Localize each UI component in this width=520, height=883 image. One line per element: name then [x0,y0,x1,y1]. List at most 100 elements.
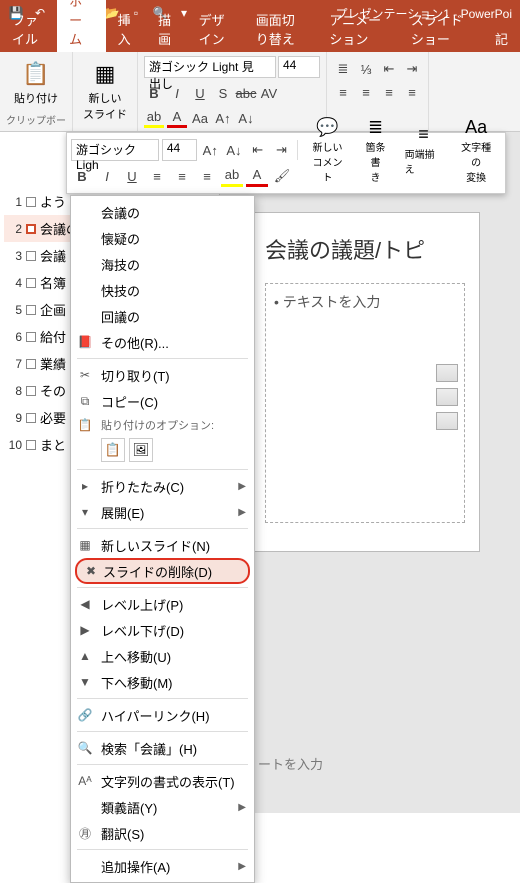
cm-delete-slide[interactable]: ✖スライドの削除(D) [75,558,250,584]
cm-text-format[interactable]: Aᴬ文字列の書式の表示(T) [71,768,254,794]
cm-hyperlink[interactable]: 🔗ハイパーリンク(H) [71,702,254,728]
font-size-select[interactable]: 44 [278,56,320,78]
content-placeholder-icons [436,364,458,430]
tab-home[interactable]: ホーム [57,0,106,52]
align-left-button[interactable]: ≡ [333,82,353,102]
tab-draw[interactable]: 描画 [146,6,187,52]
clipboard-group-label: クリップボー [6,112,66,127]
cm-move-down[interactable]: ▼下へ移動(M) [71,669,254,695]
movedown-icon: ▼ [77,674,93,690]
cm-suggest-4[interactable]: 快技の [71,277,254,303]
mini-new-comment[interactable]: 💬新しい コメント [303,117,353,184]
tab-review[interactable]: 記 [483,25,520,52]
mini-highlight[interactable]: ab [221,165,243,187]
mini-shrink-font[interactable]: A↓ [224,139,245,161]
separator [77,469,248,470]
ribbon-tabs: ファイル ホーム 挿入 描画 デザイン 画面切り替え アニメーション スライド … [0,26,520,52]
bullets-button[interactable]: ≣ [333,59,353,79]
font-name-select[interactable]: 游ゴシック Light 見出し [144,56,276,78]
paste-options: 📋 🖼 [71,436,254,466]
cm-collapse[interactable]: ▸折りたたみ(C)▶ [71,473,254,499]
cm-demote[interactable]: ▶レベル下げ(D) [71,617,254,643]
paste-button[interactable]: 📋 貼り付け [6,56,66,108]
comment-icon: 💬 [316,117,338,139]
mini-indent-inc[interactable]: ⇥ [271,139,292,161]
cm-promote[interactable]: ◀レベル上げ(P) [71,591,254,617]
bold-button[interactable]: B [144,83,164,103]
paste-picture[interactable]: 🖼 [129,438,153,462]
indent-dec-button[interactable]: ⇤ [379,59,399,79]
numbering-button[interactable]: ⅓ [356,59,376,79]
cm-suggest-1[interactable]: 会議の [71,199,254,225]
new-slide-icon: ▦ [89,58,121,90]
highlight-button[interactable]: ab [144,108,164,128]
align-center-button[interactable]: ≡ [356,82,376,102]
mini-vertical-text[interactable]: ≣箇条書 き [355,117,395,184]
submenu-arrow-icon: ▶ [238,481,246,492]
paste-icon: 📋 [77,417,93,433]
mini-bold[interactable]: B [71,165,93,187]
mini-underline[interactable]: U [121,165,143,187]
cm-synonyms[interactable]: 類義語(Y)▶ [71,794,254,820]
italic-button[interactable]: I [167,83,187,103]
cm-search[interactable]: 🔍検索「会議」(H) [71,735,254,761]
separator [77,849,248,850]
moveup-icon: ▲ [77,648,93,664]
tab-transitions[interactable]: 画面切り替え [244,6,318,52]
change-case-button[interactable]: Aa [190,108,210,128]
mini-font-size[interactable]: 44 [162,139,197,161]
cm-cut[interactable]: ✂切り取り(T) [71,362,254,388]
slide-title[interactable]: 会議の議題/トピ [265,233,465,265]
shrink-font-button[interactable]: A↓ [236,108,256,128]
mini-align-right[interactable]: ≡ [196,165,218,187]
tab-slideshow[interactable]: スライド ショー [399,6,483,52]
grow-font-button[interactable]: A↑ [213,108,233,128]
mini-font-name[interactable]: 游ゴシック Ligh [71,139,159,161]
strike-button[interactable]: abc [236,83,256,103]
mini-indent-dec[interactable]: ⇤ [247,139,268,161]
ribbon-group-font: 游ゴシック Light 見出し 44 B I U S abc AV ab A A… [138,52,327,131]
collapse-icon: ▸ [77,478,93,494]
indent-inc-button[interactable]: ⇥ [402,59,422,79]
mini-align-left[interactable]: ≡ [146,165,168,187]
tab-animations[interactable]: アニメーション [317,6,399,52]
picture-icon[interactable] [436,412,458,430]
cm-more-actions[interactable]: 追加操作(A)▶ [71,853,254,879]
search-icon: 🔍 [77,740,93,756]
cm-translate[interactable]: ㊊翻訳(S) [71,820,254,846]
cm-suggest-2[interactable]: 懐疑の [71,225,254,251]
delete-slide-icon: ✖ [83,563,99,579]
mini-font-color[interactable]: A [246,165,268,187]
chart-icon[interactable] [436,388,458,406]
tab-insert[interactable]: 挿入 [106,6,147,52]
mini-format-painter[interactable]: 🖌 [271,165,293,187]
spacing-button[interactable]: AV [259,83,279,103]
mini-justify[interactable]: ≡両端揃え [399,124,449,176]
font-color-button[interactable]: A [167,108,187,128]
shadow-button[interactable]: S [213,83,233,103]
cm-move-up[interactable]: ▲上へ移動(U) [71,643,254,669]
cm-new-slide[interactable]: ▦新しいスライド(N) [71,532,254,558]
tab-file[interactable]: ファイル [0,6,57,52]
justify-button[interactable]: ≡ [402,82,422,102]
mini-change-case[interactable]: Aa文字種の 変換 [451,117,501,184]
slide-content-placeholder[interactable]: • テキストを入力 [265,283,465,523]
table-icon[interactable] [436,364,458,382]
tab-design[interactable]: デザイン [187,6,244,52]
separator [297,140,298,160]
underline-button[interactable]: U [190,83,210,103]
new-slide-button[interactable]: ▦ 新しい スライド [79,56,131,124]
mini-align-center[interactable]: ≡ [171,165,193,187]
cm-copy[interactable]: ⧉コピー(C) [71,388,254,414]
align-right-button[interactable]: ≡ [379,82,399,102]
slide-canvas[interactable]: 会議の議題/トピ • テキストを入力 [250,212,480,552]
cm-expand[interactable]: ▾展開(E)▶ [71,499,254,525]
cm-suggest-5[interactable]: 回議の [71,303,254,329]
notes-placeholder[interactable]: ートを入力 [258,754,323,773]
cm-other[interactable]: 📕その他(R)... [71,329,254,355]
mini-grow-font[interactable]: A↑ [200,139,221,161]
cm-suggest-3[interactable]: 海技の [71,251,254,277]
paste-keep-source[interactable]: 📋 [101,438,125,462]
separator [77,764,248,765]
mini-italic[interactable]: I [96,165,118,187]
